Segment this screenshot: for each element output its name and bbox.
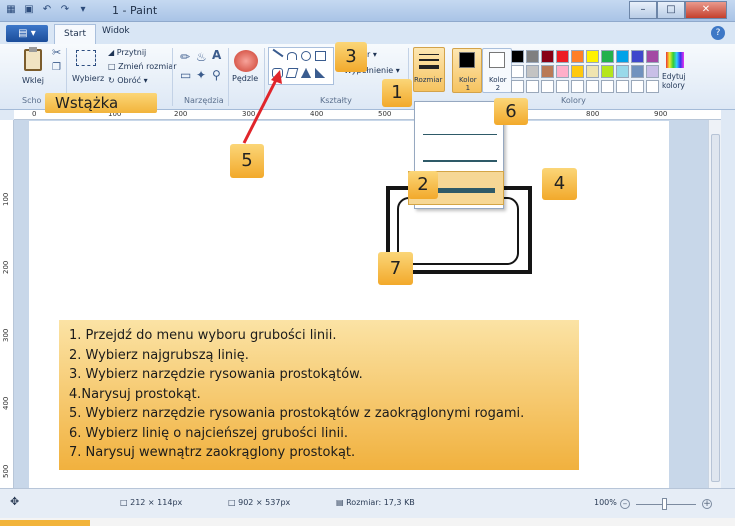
instruction-item: 3. Wybierz narzędzie rysowania prostokąt… — [69, 367, 363, 382]
instruction-item: 4.Narysuj prostokąt. — [69, 386, 201, 402]
instruction-item: 1. Przejdź do menu wyboru grubości linii… — [69, 328, 337, 343]
instruction-item: 7. Narysuj wewnątrz zaokrąglony prostoką… — [69, 445, 356, 460]
selection-icon: □ — [120, 498, 131, 507]
zoom-level: 100% — [594, 498, 617, 507]
instruction-item: 5. Wybierz narzędzie rysowania prostokąt… — [69, 406, 525, 421]
paint-window: ▦ ▣ ↶ ↷ ▾ 1 - Paint – □ ✕ ▤ ▾ Start Wido… — [0, 0, 735, 526]
cursor-position-icon: ✥ — [10, 495, 20, 508]
instruction-item: 2. Wybierz najgrubszą linię. — [69, 347, 249, 363]
zoom-in-icon[interactable]: + — [702, 499, 712, 509]
page-bottom-strip — [0, 518, 735, 526]
selection-size-value: 212 × 114px — [130, 498, 183, 507]
image-size: □ 902 × 537px — [228, 498, 290, 507]
file-size: ▤ Rozmiar: 17,3 KB — [336, 498, 415, 507]
status-bar: ✥ □ 212 × 114px □ 902 × 537px ▤ Rozmiar:… — [0, 488, 735, 518]
file-size-value: Rozmiar: 17,3 KB — [346, 498, 415, 507]
decorative-strip — [0, 520, 90, 526]
zoom-slider-thumb[interactable] — [662, 498, 667, 510]
selection-size: □ 212 × 114px — [120, 498, 182, 507]
image-size-value: 902 × 537px — [238, 498, 291, 507]
instruction-item: 6. Wybierz linię o najcieńszej grubości … — [69, 425, 348, 441]
zoom-out-icon[interactable]: – — [620, 499, 630, 509]
disk-icon: ▤ — [336, 498, 347, 507]
image-size-icon: □ — [228, 498, 239, 507]
instructions-box: 1. Przejdź do menu wyboru grubości linii… — [59, 320, 579, 470]
